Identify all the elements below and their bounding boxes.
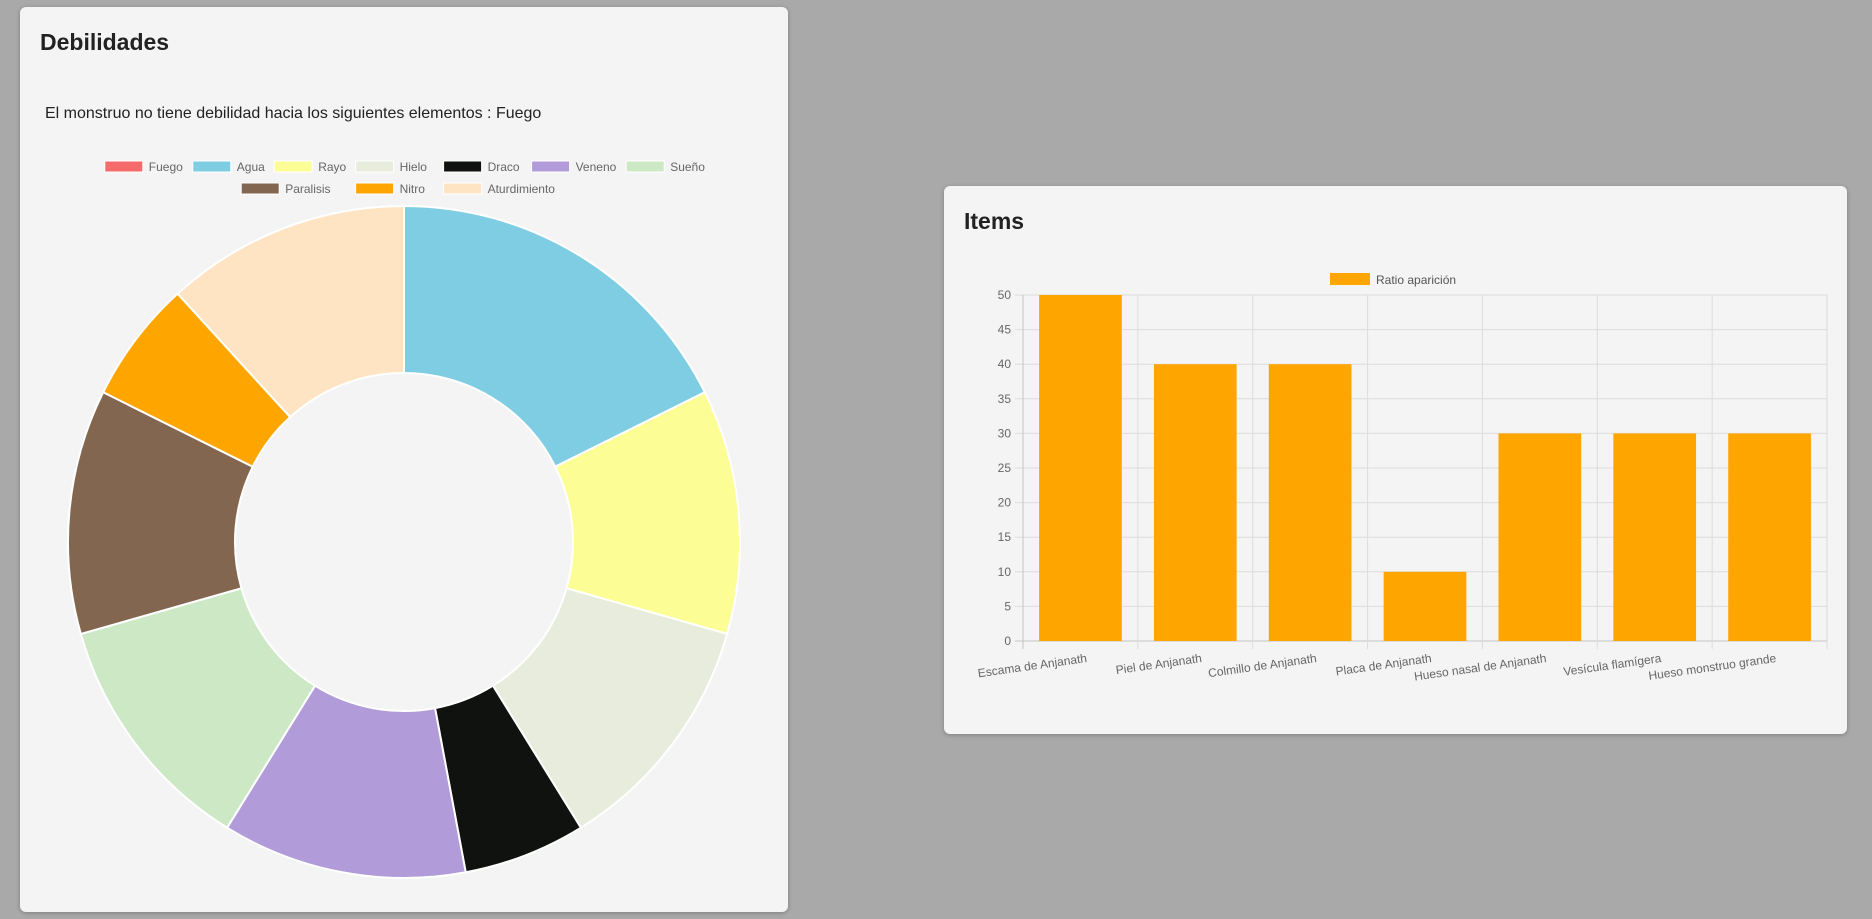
legend-item-aturdimiento: Aturdimiento [443, 182, 556, 196]
y-tick-label-45: 45 [998, 323, 1012, 337]
items-bar-chart: 0 5 10 15 20 25 30 35 40 45 50 Escama de Anjanath Pi… [977, 273, 1828, 684]
y-tick-label-10: 10 [998, 565, 1012, 579]
legend-label-draco: Draco [488, 160, 520, 174]
legend-swatch-draco [443, 160, 483, 173]
legend-item-paralisis: Paralisis [240, 182, 331, 196]
legend-swatch-veneno [531, 160, 571, 173]
y-tick-label-30: 30 [998, 426, 1012, 440]
legend-swatch-hielo [355, 160, 395, 173]
legend-item-veneno: Veneno [531, 160, 617, 174]
y-tick-label-15: 15 [998, 530, 1012, 544]
legend-swatch-agua [192, 160, 232, 173]
y-tick-label-20: 20 [998, 496, 1012, 510]
legend-label-rayo: Rayo [318, 160, 346, 174]
y-tick-label-35: 35 [998, 392, 1012, 406]
legend-item-draco: Draco [443, 160, 520, 174]
x-tick-label-hueso-nasal-de-anjanath: Hueso nasal de Anjanath [1413, 651, 1547, 683]
bar-colmillo-de-anjanath [1268, 364, 1352, 641]
bar-escama-de-anjanath [1039, 295, 1122, 641]
x-tick-label-colmillo-de-anjanath: Colmillo de Anjanath [1207, 651, 1317, 680]
legend-item-sueno: Sueño [625, 160, 705, 174]
legend-label-ratio-aparicion: Ratio aparición [1376, 273, 1456, 287]
legend-label-hielo: Hielo [400, 160, 428, 174]
legend-item-nitro: Nitro [355, 182, 426, 196]
legend-item-agua: Agua [192, 160, 265, 174]
legend-swatch-rayo [273, 160, 313, 173]
legend-swatch-aturdimiento [443, 182, 483, 195]
bar-placa-de-anjanath [1383, 571, 1467, 641]
x-tick-label-hueso-monstruo-grande: Hueso monstruo grande [1648, 651, 1778, 683]
legend-item-hielo: Hielo [355, 160, 428, 174]
legend-label-aturdimiento: Aturdimiento [488, 182, 556, 196]
legend-item-fuego: Fuego [104, 160, 183, 174]
y-tick-label-40: 40 [998, 357, 1012, 371]
legend-label-fuego: Fuego [149, 160, 183, 174]
x-tick-label-escama-de-anjanath: Escama de Anjanath [977, 651, 1088, 680]
y-tick-label-25: 25 [998, 461, 1012, 475]
bar-hueso-monstruo-grande [1728, 433, 1811, 641]
legend-label-agua: Agua [237, 160, 265, 174]
legend-item-ratio-aparicion: Ratio aparición [1330, 273, 1456, 287]
y-tick-label-5: 5 [1004, 599, 1011, 613]
legend-item-rayo: Rayo [273, 160, 347, 174]
legend-swatch-nitro [355, 182, 395, 195]
items-card: Items 0 5 10 15 20 25 30 35 40 45 50 Escama de Anja… [944, 186, 1847, 734]
bar-hueso-nasal-de-anjanath [1498, 433, 1582, 641]
legend-label-nitro: Nitro [400, 182, 426, 196]
weaknesses-doughnut-chart: Fuego Agua Rayo Hielo Draco Veneno Sueño Parali… [67, 160, 741, 879]
bar-piel-de-anjanath [1153, 364, 1237, 641]
legend-label-paralisis: Paralisis [285, 182, 330, 196]
legend-swatch-paralisis [240, 182, 280, 195]
weaknesses-card: Debilidades El monstruo no tiene debilid… [20, 7, 788, 912]
legend-swatch-sueno [625, 160, 665, 173]
x-tick-label-piel-de-anjanath: Piel de Anjanath [1115, 651, 1203, 677]
legend-swatch-ratio-aparicion [1330, 273, 1370, 285]
bar-vesicula-flamigera [1613, 433, 1697, 641]
y-tick-label-0: 0 [1004, 634, 1011, 648]
y-tick-label-50: 50 [998, 288, 1012, 302]
legend-label-sueno: Sueño [670, 160, 705, 174]
legend-swatch-fuego [104, 160, 144, 173]
legend-label-veneno: Veneno [576, 160, 617, 174]
doughnut-slices [67, 204, 741, 879]
doughnut-legend: Fuego Agua Rayo Hielo Draco Veneno Sueño Parali… [104, 160, 705, 196]
bar-legend: Ratio aparición [1330, 273, 1456, 287]
